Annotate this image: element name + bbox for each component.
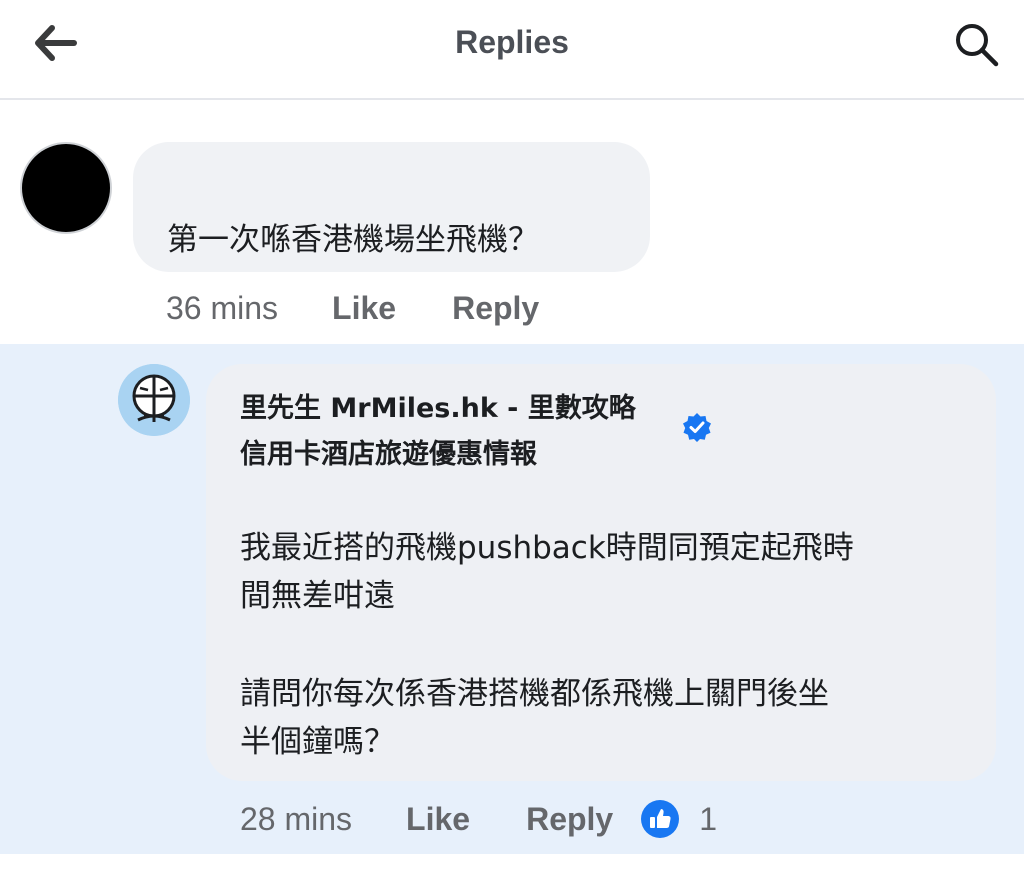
parent-comment: 第一次喺香港機場坐飛機？ 36 mins Like Reply: [0, 102, 1024, 344]
comment-text: 第一次喺香港機場坐飛機？: [167, 222, 539, 258]
author-name-line2[interactable]: 信用卡酒店旅遊優惠情報: [240, 432, 636, 478]
comment-actions: 36 mins Like Reply: [166, 290, 539, 327]
comment-author[interactable]: 里先生 MrMiles.hk - 里數攻略 信用卡酒店旅遊優惠情報: [240, 386, 636, 478]
like-button[interactable]: Like: [332, 290, 396, 326]
bottom-spacer: [0, 854, 1024, 870]
page-title: Replies: [455, 24, 569, 60]
comment-actions: 28 mins Like Reply 1: [240, 800, 717, 838]
reply-comment: 里先生 MrMiles.hk - 里數攻略 信用卡酒店旅遊優惠情報 我最近搭的飛…: [0, 344, 1024, 854]
avatar[interactable]: [20, 142, 112, 234]
comment-timestamp: 28 mins: [240, 800, 353, 837]
verified-badge-icon: [683, 413, 711, 442]
author-name-line1[interactable]: 里先生 MrMiles.hk - 里數攻略: [240, 386, 636, 432]
reaction-count[interactable]: 1: [699, 801, 717, 838]
reply-button[interactable]: Reply: [452, 290, 539, 326]
page-avatar[interactable]: [118, 364, 190, 436]
comment-text-line: 請問你每次係香港搭機都係飛機上關門後坐: [240, 676, 829, 712]
search-button[interactable]: [950, 18, 1002, 70]
search-icon: [956, 24, 999, 67]
comment-bubble[interactable]: 第一次喺香港機場坐飛機？: [133, 142, 650, 272]
comment-text-line: 半個鐘嗎？: [240, 724, 395, 760]
comment-text-line: 我最近搭的飛機pushback時間同預定起飛時: [240, 530, 854, 566]
reply-button[interactable]: Reply: [526, 801, 613, 838]
comment-paragraph: 我最近搭的飛機pushback時間同預定起飛時 間無差咁遠: [240, 524, 854, 620]
comment-timestamp: 36 mins: [166, 290, 279, 326]
comment-bubble[interactable]: 里先生 MrMiles.hk - 里數攻略 信用卡酒店旅遊優惠情報 我最近搭的飛…: [206, 364, 996, 781]
top-bar: Replies: [0, 0, 1024, 100]
like-button[interactable]: Like: [406, 801, 470, 838]
mr-miles-logo-icon: [118, 364, 190, 436]
comment-text-line: 間無差咁遠: [240, 578, 395, 614]
comment-paragraph: 請問你每次係香港搭機都係飛機上關門後坐 半個鐘嗎？: [240, 670, 829, 766]
like-reaction-icon[interactable]: [641, 800, 680, 838]
